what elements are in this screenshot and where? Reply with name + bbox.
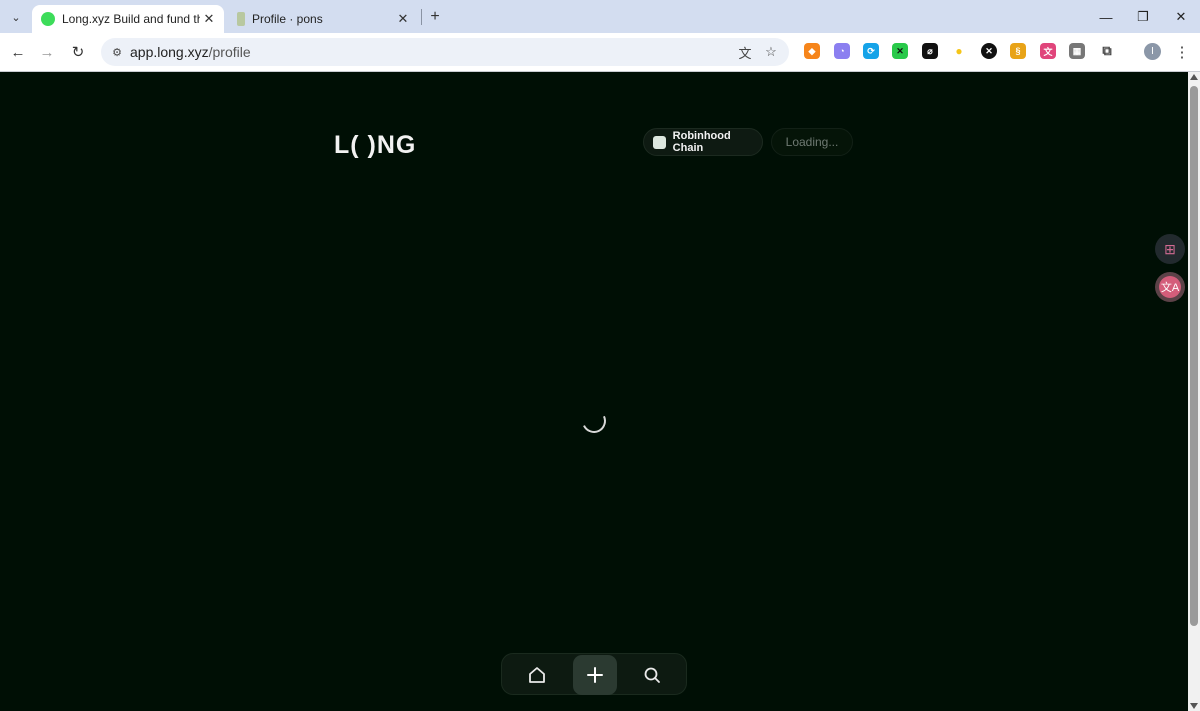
home-button[interactable]	[515, 655, 559, 695]
search-button[interactable]	[630, 655, 674, 695]
create-button[interactable]	[573, 655, 617, 695]
plus-icon	[587, 667, 603, 683]
close-window-icon[interactable]: ✕	[1170, 6, 1192, 28]
bookmark-star-icon[interactable]: ☆	[763, 44, 779, 60]
tab-search-icon[interactable]: ⌄	[6, 7, 26, 27]
phantom-icon[interactable]: ◔	[834, 43, 850, 59]
chain-label: Robinhood Chain	[672, 130, 731, 154]
tab-profile-pons[interactable]: Profile · pons ✕	[228, 5, 418, 33]
translate-icon: 文A	[1159, 276, 1181, 298]
chain-selector-button[interactable]: Robinhood Chain	[643, 128, 763, 156]
profile-avatar[interactable]: I	[1144, 43, 1161, 60]
reload-icon[interactable]: ↻	[67, 41, 89, 63]
url-host: app.long.xyz	[130, 44, 209, 60]
restore-icon[interactable]: ❐	[1132, 6, 1154, 28]
robinhood-chain-icon	[653, 135, 666, 149]
tab-long-xyz[interactable]: Long.xyz Build and fund the f ✕	[32, 5, 224, 33]
url-text[interactable]: app.long.xyz/profile	[130, 44, 251, 60]
long-logo[interactable]: L( )NG	[334, 131, 416, 160]
back-icon[interactable]: ←	[7, 41, 29, 63]
forward-icon[interactable]: →	[36, 41, 58, 63]
scroll-up-icon[interactable]	[1190, 74, 1198, 80]
close-tab-icon[interactable]: ✕	[200, 10, 218, 28]
loading-spinner-icon	[578, 405, 610, 437]
browser-toolbar: ← → ↻ ⚙ app.long.xyz/profile 文 ☆ ◆ ◔ ⟳ ✕…	[0, 33, 1200, 72]
tab-title: Profile · pons	[252, 12, 323, 26]
bottom-navigation	[501, 653, 687, 695]
tab-strip: ⌄ Long.xyz Build and fund the f ✕ Profil…	[0, 0, 1200, 33]
dots-extension-icon[interactable]: ●	[951, 43, 967, 59]
new-tab-button[interactable]: +	[426, 8, 444, 26]
home-icon	[529, 667, 545, 683]
sync-icon[interactable]: ⟳	[863, 43, 879, 59]
page-content: L( )NG Robinhood Chain Loading... ⊞ 文A	[0, 72, 1188, 711]
qr-extension-icon[interactable]: ▦	[1069, 43, 1085, 59]
address-bar[interactable]: ⚙ app.long.xyz/profile 文 ☆	[101, 38, 789, 66]
apps-widget-icon[interactable]: ⊞	[1155, 234, 1185, 264]
more-menu-icon[interactable]: ⋮	[1175, 42, 1190, 62]
grid-extension-icon[interactable]: ✕	[892, 43, 908, 59]
slash-extension-icon[interactable]: ⌀	[922, 43, 938, 59]
scroll-thumb[interactable]	[1190, 86, 1198, 626]
puzzle-icon[interactable]: ⧉	[1099, 43, 1115, 59]
tab-separator	[421, 9, 422, 25]
pons-favicon-icon	[237, 12, 245, 26]
long-favicon-icon	[41, 12, 55, 26]
translate-widget-button[interactable]: 文A	[1155, 272, 1185, 302]
bolt-extension-icon[interactable]: §	[1010, 43, 1026, 59]
translate-icon[interactable]: 文	[737, 44, 753, 61]
site-info-icon[interactable]: ⚙	[109, 44, 125, 60]
minimize-icon[interactable]: —	[1095, 6, 1117, 28]
close-tab-icon[interactable]: ✕	[394, 10, 412, 28]
scroll-down-icon[interactable]	[1190, 703, 1198, 709]
page-scrollbar[interactable]	[1188, 72, 1200, 711]
url-path: /profile	[208, 44, 251, 60]
search-icon	[644, 667, 660, 683]
metamask-icon[interactable]: ◆	[804, 43, 820, 59]
wallet-loading-button[interactable]: Loading...	[771, 128, 853, 156]
tab-title: Long.xyz Build and fund the f	[62, 12, 200, 26]
x-extension-icon[interactable]: ✕	[981, 43, 997, 59]
translate-extension-icon[interactable]: 文	[1040, 43, 1056, 59]
browser-chrome: ⌄ Long.xyz Build and fund the f ✕ Profil…	[0, 0, 1200, 72]
